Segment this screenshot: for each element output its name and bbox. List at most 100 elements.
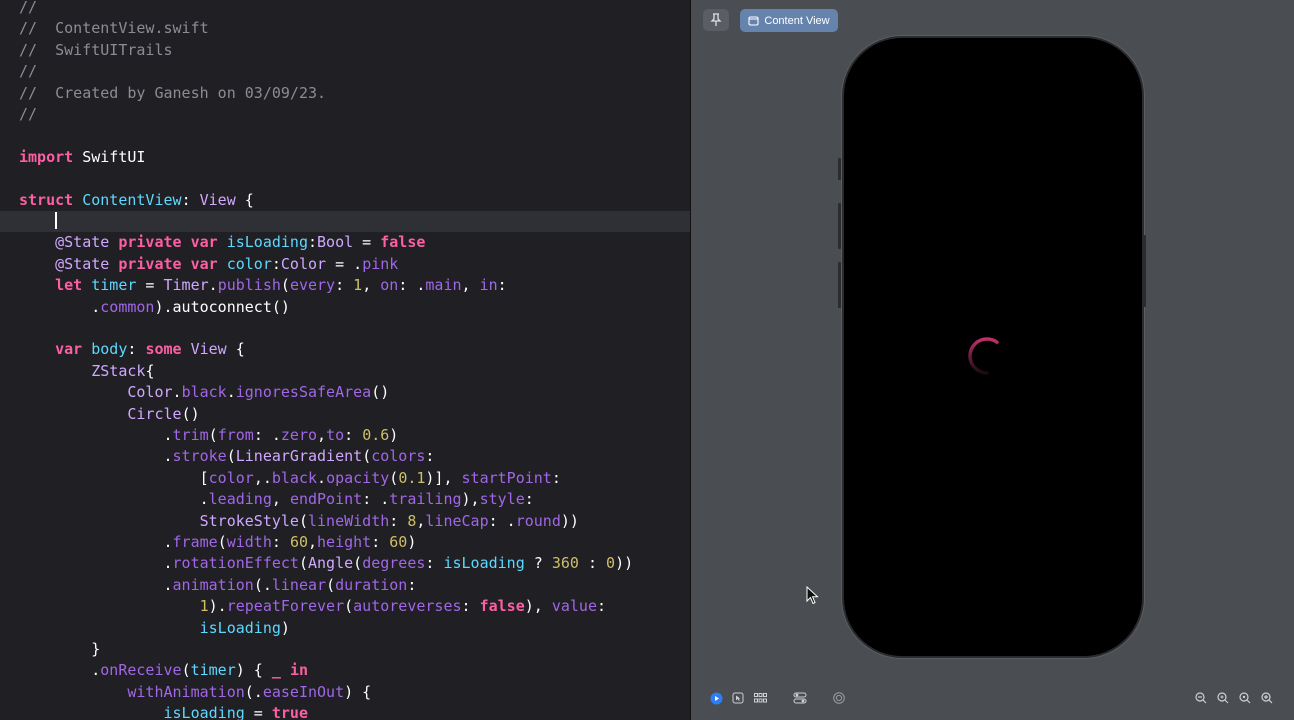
code-line[interactable]: .rotationEffect(Angle(degrees: isLoading… <box>0 553 690 574</box>
code-line[interactable]: let timer = Timer.publish(every: 1, on: … <box>0 275 690 296</box>
code-line[interactable]: Circle() <box>0 404 690 425</box>
code-line[interactable]: // SwiftUITrails <box>0 40 690 61</box>
code-text: Color.black.ignoresSafeArea() <box>19 382 389 403</box>
code-text <box>19 211 58 232</box>
code-token: style <box>479 490 525 509</box>
zoom-in-button[interactable] <box>1256 688 1278 708</box>
code-token: ( <box>280 276 290 295</box>
code-token: body <box>91 340 128 359</box>
code-token: Circle <box>127 404 182 423</box>
code-line[interactable]: .animation(.linear(duration: <box>0 575 690 596</box>
code-line[interactable]: StrokeStyle(lineWidth: 8,lineCap: .round… <box>0 511 690 532</box>
code-token: ). <box>208 597 227 616</box>
code-token: StrokeStyle <box>199 511 299 530</box>
code-line[interactable]: // <box>0 104 690 125</box>
code-text: ZStack{ <box>19 361 154 382</box>
code-token: ( <box>181 661 191 680</box>
code-token: [ <box>19 468 209 487</box>
code-token: , <box>271 490 290 509</box>
code-line[interactable]: ZStack{ <box>0 361 690 382</box>
code-text: .rotationEffect(Angle(degrees: isLoading… <box>19 553 633 574</box>
code-line[interactable]: // <box>0 61 690 82</box>
code-text: // SwiftUITrails <box>19 40 173 61</box>
code-line[interactable]: .leading, endPoint: .trailing),style: <box>0 489 690 510</box>
code-token: LinearGradient <box>235 447 363 466</box>
content-view-button[interactable]: Content View <box>740 9 838 32</box>
code-line[interactable]: .onReceive(timer) { _ in <box>0 660 690 681</box>
code-token: 0 <box>606 554 616 573</box>
code-token: ).autoconnect() <box>154 297 290 316</box>
zoom-actual-button[interactable] <box>1234 688 1256 708</box>
code-token: duration <box>335 575 408 594</box>
code-token: : <box>271 254 281 273</box>
code-token: : <box>425 447 435 466</box>
code-token: degrees <box>362 554 426 573</box>
code-line[interactable]: import SwiftUI <box>0 147 690 168</box>
code-line[interactable]: } <box>0 639 690 660</box>
code-text: .trim(from: .zero,to: 0.6) <box>19 425 398 446</box>
code-token: onReceive <box>100 661 182 680</box>
code-line[interactable] <box>0 125 690 146</box>
code-line[interactable]: .stroke(LinearGradient(colors: <box>0 446 690 467</box>
code-line[interactable]: // Created by Ganesh on 03/09/23. <box>0 83 690 104</box>
code-token: . <box>19 490 209 509</box>
code-line[interactable]: // <box>0 0 690 18</box>
code-token: ) <box>280 618 290 637</box>
code-token: ( <box>298 554 308 573</box>
selectable-mode-button[interactable] <box>728 688 748 708</box>
preview-mode-toolbar <box>706 688 849 708</box>
device-button[interactable] <box>829 688 849 708</box>
code-line[interactable]: struct ContentView: View { <box>0 190 690 211</box>
code-line[interactable]: @State private var color:Color = .pink <box>0 254 690 275</box>
code-token: (. <box>244 682 263 701</box>
live-mode-button[interactable] <box>706 688 726 708</box>
code-token: Color <box>280 254 327 273</box>
code-line[interactable]: isLoading) <box>0 618 690 639</box>
device-settings-button[interactable] <box>790 688 810 708</box>
code-text: .animation(.linear(duration: <box>19 575 416 596</box>
code-line[interactable]: var body: some View { <box>0 339 690 360</box>
code-token: ( <box>226 447 236 466</box>
code-token: . <box>19 447 173 466</box>
zoom-out-icon <box>1195 692 1207 704</box>
zoom-out-button[interactable] <box>1190 688 1212 708</box>
code-line[interactable]: .frame(width: 60,height: 60) <box>0 532 690 553</box>
zoom-toolbar <box>1190 688 1278 708</box>
code-line[interactable]: isLoading = true <box>0 703 690 720</box>
code-line[interactable]: .trim(from: .zero,to: 0.6) <box>0 425 690 446</box>
code-token: 360 <box>551 554 579 573</box>
code-token: _ <box>271 661 281 680</box>
code-token: import <box>19 147 74 166</box>
device-settings-icon <box>793 692 807 704</box>
code-token: : <box>271 533 290 551</box>
code-token: : <box>578 554 607 573</box>
code-line[interactable] <box>0 211 690 233</box>
code-text: isLoading = true <box>19 703 309 720</box>
code-text: @State private var isLoading:Bool = fals… <box>19 232 425 253</box>
code-token: ( <box>298 511 308 530</box>
code-line[interactable]: 1).repeatForever(autoreverses: false), v… <box>0 596 690 617</box>
zoom-fit-button[interactable] <box>1212 688 1234 708</box>
pin-button[interactable] <box>703 9 729 31</box>
code-line[interactable]: .common).autoconnect() <box>0 297 690 318</box>
code-token: SwiftUI <box>73 147 146 166</box>
code-line[interactable]: Color.black.ignoresSafeArea() <box>0 382 690 403</box>
code-token: 60 <box>389 533 408 551</box>
variants-button[interactable] <box>750 688 770 708</box>
code-text: withAnimation(.easeInOut) { <box>19 682 371 703</box>
code-line[interactable]: // ContentView.swift <box>0 18 690 39</box>
code-token: autoreverses <box>353 597 462 616</box>
code-line[interactable]: [color,.black.opacity(0.1)], startPoint: <box>0 468 690 489</box>
code-line[interactable] <box>0 168 690 189</box>
code-text: // Created by Ganesh on 03/09/23. <box>19 83 326 104</box>
code-editor[interactable]: // // ContentView.swift // SwiftUITrails //… <box>0 0 690 720</box>
code-line[interactable]: withAnimation(.easeInOut) { <box>0 682 690 703</box>
code-line[interactable] <box>0 318 690 339</box>
code-token: Angle <box>308 554 354 573</box>
code-line[interactable]: @State private var isLoading:Bool = fals… <box>0 232 690 253</box>
